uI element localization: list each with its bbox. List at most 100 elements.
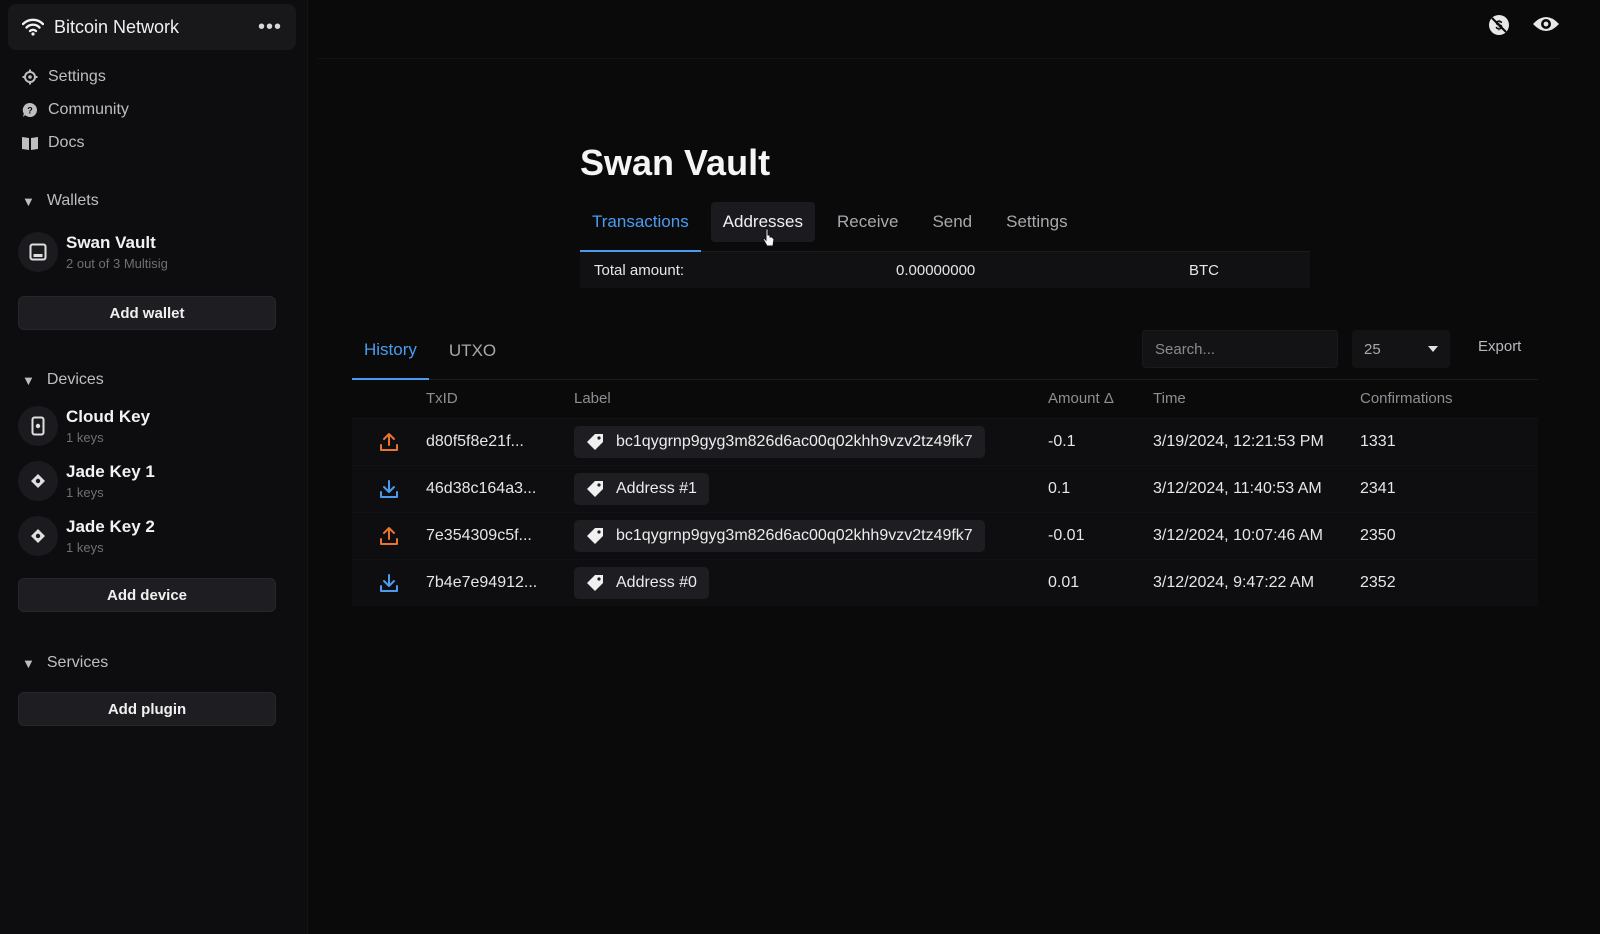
amount-cell: -0.1 bbox=[1048, 417, 1153, 465]
time-cell: 3/12/2024, 10:07:46 AM bbox=[1153, 511, 1360, 559]
sidebar-link-label: Settings bbox=[48, 68, 106, 85]
label-cell: Address #0 bbox=[574, 558, 1048, 606]
gear-icon bbox=[22, 69, 48, 85]
label-chip[interactable]: bc1qygrnp9gyg3m826d6ac00q02khh9vzv2tz49f… bbox=[574, 425, 985, 458]
table-row[interactable]: 7e354309c5f... bc1qygrnp9gyg3m826d6ac00q… bbox=[352, 511, 1538, 559]
column-header-amount[interactable]: Amount Δ bbox=[1048, 380, 1153, 418]
page-size-value: 25 bbox=[1364, 340, 1381, 358]
label-text: Address #0 bbox=[616, 573, 697, 591]
amount-cell: -0.01 bbox=[1048, 511, 1153, 559]
device-item-jade-key-1[interactable]: Jade Key 1 1 keys bbox=[18, 461, 155, 501]
device-item-jade-key-2[interactable]: Jade Key 2 1 keys bbox=[18, 516, 155, 556]
upload-arrow-icon bbox=[352, 526, 426, 546]
total-amount-label: Total amount: bbox=[594, 261, 685, 279]
devices-section-toggle[interactable]: ▼ Devices bbox=[22, 371, 104, 389]
device-item-cloud-key[interactable]: Cloud Key 1 keys bbox=[18, 406, 150, 446]
hide-currency-icon[interactable]: $ bbox=[1488, 14, 1510, 36]
triangle-down-icon: ▼ bbox=[22, 655, 35, 671]
label-cell: bc1qygrnp9gyg3m826d6ac00q02khh9vzv2tz49f… bbox=[574, 511, 1048, 559]
label-chip[interactable]: Address #1 bbox=[574, 472, 709, 505]
add-plugin-button[interactable]: Add plugin bbox=[18, 692, 276, 726]
confirmations-cell: 2352 bbox=[1360, 558, 1538, 606]
section-title: Devices bbox=[46, 371, 104, 388]
column-header-direction bbox=[352, 380, 426, 418]
label-cell: Address #1 bbox=[574, 464, 1048, 512]
direction-cell bbox=[352, 511, 426, 559]
section-title: Wallets bbox=[46, 192, 99, 209]
txid-cell[interactable]: 7e354309c5f... bbox=[426, 511, 574, 559]
top-toolbar: $ bbox=[1488, 14, 1560, 36]
chat-icon: ? bbox=[22, 102, 48, 118]
txid-cell[interactable]: 46d38c164a3... bbox=[426, 464, 574, 512]
tag-icon bbox=[586, 574, 616, 592]
page-title: Swan Vault bbox=[580, 142, 771, 183]
tab-history[interactable]: History bbox=[352, 330, 429, 380]
column-header-confirmations[interactable]: Confirmations bbox=[1360, 380, 1538, 418]
label-chip[interactable]: bc1qygrnp9gyg3m826d6ac00q02khh9vzv2tz49f… bbox=[574, 519, 985, 552]
svg-text:?: ? bbox=[27, 106, 33, 116]
triangle-down-icon: ▼ bbox=[22, 193, 35, 209]
direction-cell bbox=[352, 464, 426, 512]
sidebar-link-settings[interactable]: Settings bbox=[22, 68, 106, 86]
device-subtitle: 1 keys bbox=[66, 485, 104, 500]
time-cell: 3/12/2024, 11:40:53 AM bbox=[1153, 464, 1360, 512]
label-chip[interactable]: Address #0 bbox=[574, 566, 709, 599]
tab-receive[interactable]: Receive bbox=[825, 202, 910, 242]
add-wallet-button[interactable]: Add wallet bbox=[18, 296, 276, 330]
wallet-name: Swan Vault bbox=[66, 233, 156, 252]
tag-icon bbox=[586, 527, 616, 545]
wallet-icon bbox=[18, 232, 58, 272]
device-name: Cloud Key bbox=[66, 407, 151, 426]
download-arrow-icon bbox=[352, 573, 426, 593]
caret-down-icon bbox=[1428, 346, 1438, 352]
download-arrow-icon bbox=[352, 479, 426, 499]
table-row[interactable]: d80f5f8e21f... bc1qygrnp9gyg3m826d6ac00q… bbox=[352, 417, 1538, 465]
table-row[interactable]: 7b4e7e94912... Address #0 0.01 3/12/2024… bbox=[352, 558, 1538, 606]
sidebar-link-community[interactable]: ? Community bbox=[22, 101, 129, 119]
export-button[interactable]: Export bbox=[1478, 338, 1521, 355]
upload-arrow-icon bbox=[352, 432, 426, 452]
tab-transactions[interactable]: Transactions bbox=[580, 202, 701, 252]
network-selector[interactable]: Bitcoin Network ••• bbox=[8, 4, 296, 50]
txid-cell[interactable]: d80f5f8e21f... bbox=[426, 417, 574, 465]
time-cell: 3/19/2024, 12:21:53 PM bbox=[1153, 417, 1360, 465]
column-header-txid[interactable]: TxID bbox=[426, 380, 574, 418]
txid-cell[interactable]: 7b4e7e94912... bbox=[426, 558, 574, 606]
tag-icon bbox=[586, 480, 616, 498]
section-title: Services bbox=[46, 654, 109, 671]
mouse-pointer-icon bbox=[762, 228, 776, 248]
page-size-select[interactable]: 25 bbox=[1352, 330, 1450, 368]
wallet-item-swan-vault[interactable]: Swan Vault 2 out of 3 Multisig bbox=[18, 232, 168, 272]
total-amount-row: Total amount: 0.00000000 BTC bbox=[580, 252, 1310, 288]
add-device-button[interactable]: Add device bbox=[18, 578, 276, 612]
jade-device-icon bbox=[18, 516, 58, 556]
wallet-subtitle: 2 out of 3 Multisig bbox=[66, 256, 168, 271]
tab-send[interactable]: Send bbox=[920, 202, 984, 242]
column-header-label[interactable]: Label bbox=[574, 380, 1048, 418]
time-cell: 3/12/2024, 9:47:22 AM bbox=[1153, 558, 1360, 606]
sidebar-link-label: Community bbox=[48, 101, 129, 118]
confirmations-cell: 2341 bbox=[1360, 464, 1538, 512]
label-text: bc1qygrnp9gyg3m826d6ac00q02khh9vzv2tz49f… bbox=[616, 526, 973, 544]
more-options-icon[interactable]: ••• bbox=[258, 16, 282, 39]
table-row[interactable]: 46d38c164a3... Address #1 0.1 3/12/2024,… bbox=[352, 464, 1538, 512]
tab-settings[interactable]: Settings bbox=[994, 202, 1079, 242]
sidebar-link-docs[interactable]: Docs bbox=[22, 134, 84, 152]
device-name: Jade Key 1 bbox=[66, 462, 155, 481]
amount-cell: 0.01 bbox=[1048, 558, 1153, 606]
cloud-key-device-icon bbox=[18, 406, 58, 446]
network-name: Bitcoin Network bbox=[54, 16, 180, 37]
wallets-section-toggle[interactable]: ▼ Wallets bbox=[22, 192, 99, 210]
confirmations-cell: 2350 bbox=[1360, 511, 1538, 559]
jade-device-icon bbox=[18, 461, 58, 501]
device-name: Jade Key 2 bbox=[66, 517, 155, 536]
services-section-toggle[interactable]: ▼ Services bbox=[22, 654, 108, 672]
direction-cell bbox=[352, 417, 426, 465]
direction-cell bbox=[352, 558, 426, 606]
search-input[interactable] bbox=[1142, 330, 1338, 368]
transactions-table: TxID Label Amount Δ Time Confirmations d… bbox=[352, 380, 1538, 606]
tab-utxo[interactable]: UTXO bbox=[437, 330, 508, 380]
column-header-time[interactable]: Time bbox=[1153, 380, 1360, 418]
eye-icon[interactable] bbox=[1532, 14, 1560, 36]
tag-icon bbox=[586, 433, 616, 451]
